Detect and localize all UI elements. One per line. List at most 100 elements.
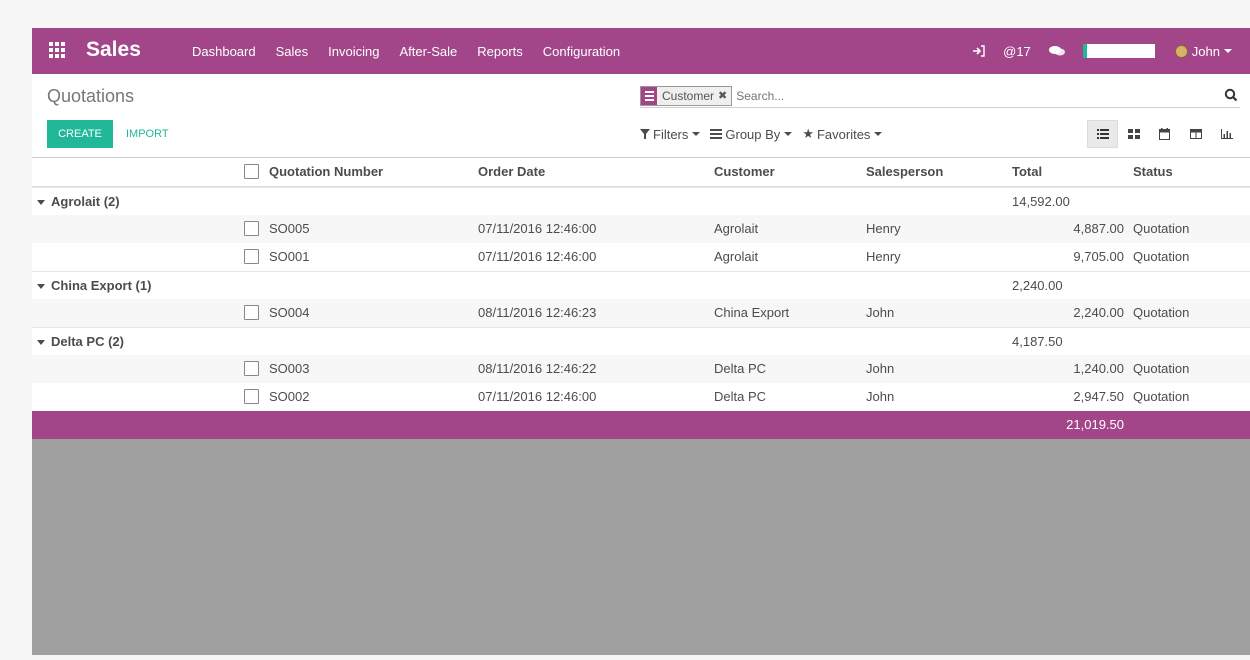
row-checkbox[interactable]: [244, 221, 259, 236]
table-row[interactable]: SO003 08/11/2016 12:46:22 Delta PC John …: [32, 355, 1250, 383]
select-all-checkbox[interactable]: [244, 164, 259, 179]
quotation-number: SO001: [269, 249, 310, 264]
user-name: John: [1191, 43, 1220, 59]
grand-total: 21,019.50: [1066, 417, 1124, 432]
row-checkbox[interactable]: [244, 389, 259, 404]
group-row-china-export[interactable]: China Export (1) 2,240.00: [32, 271, 1250, 299]
search-input[interactable]: [736, 88, 1197, 103]
total: 4,887.00: [1073, 221, 1124, 236]
pivot-view-button[interactable]: [1180, 120, 1211, 148]
table-row[interactable]: SO004 08/11/2016 12:46:23 China Export J…: [32, 299, 1250, 327]
view-switcher: [1087, 120, 1242, 148]
menu-configuration[interactable]: Configuration: [543, 44, 620, 59]
total: 1,240.00: [1073, 361, 1124, 376]
order-date: 07/11/2016 12:46:00: [478, 389, 597, 404]
search-options: Filters Group By ★ Favorites: [640, 126, 892, 142]
status: Quotation: [1133, 389, 1190, 404]
row-checkbox[interactable]: [244, 361, 259, 376]
bars-icon: [710, 129, 723, 139]
salesperson: John: [866, 361, 895, 376]
customer: China Export: [714, 305, 790, 320]
status: Quotation: [1133, 361, 1190, 376]
quotation-number: SO002: [269, 389, 310, 404]
sign-in-icon[interactable]: [972, 45, 985, 57]
order-date: 08/11/2016 12:46:22: [478, 361, 597, 376]
group-label: China Export (1): [51, 278, 152, 293]
activity-progress-bar: [1082, 44, 1155, 58]
group-row-agrolait[interactable]: Agrolait (2) 14,592.00: [32, 187, 1250, 215]
row-checkbox[interactable]: [244, 305, 259, 320]
main-menu: Dashboard Sales Invoicing After-Sale Rep…: [192, 28, 640, 74]
table-row[interactable]: SO005 07/11/2016 12:46:00 Agrolait Henry…: [32, 215, 1250, 243]
salesperson: Henry: [866, 221, 901, 236]
order-date: 07/11/2016 12:46:00: [478, 221, 597, 236]
grand-total-row: 21,019.50: [32, 411, 1250, 439]
column-header-salesperson[interactable]: Salesperson: [866, 158, 943, 186]
import-button[interactable]: IMPORT: [126, 120, 169, 148]
menu-reports[interactable]: Reports: [477, 44, 523, 59]
menu-sales[interactable]: Sales: [276, 44, 309, 59]
table-row[interactable]: SO001 07/11/2016 12:46:00 Agrolait Henry…: [32, 243, 1250, 271]
mentions-counter[interactable]: @17: [1003, 44, 1031, 59]
quotation-number: SO005: [269, 221, 310, 236]
search-bar: Customer ✖: [640, 84, 1240, 108]
chevron-down-icon: [874, 132, 883, 136]
column-header-order-date[interactable]: Order Date: [478, 158, 545, 186]
chat-icon[interactable]: [1048, 45, 1065, 57]
group-by-icon: [641, 86, 657, 105]
order-date: 08/11/2016 12:46:23: [478, 305, 597, 320]
chevron-down-icon: [784, 132, 793, 136]
caret-down-icon: [37, 340, 45, 346]
table-row[interactable]: SO002 07/11/2016 12:46:00 Delta PC John …: [32, 383, 1250, 411]
status: Quotation: [1133, 221, 1190, 236]
graph-view-button[interactable]: [1211, 120, 1242, 148]
total: 2,240.00: [1073, 305, 1124, 320]
search-facet[interactable]: Customer ✖: [640, 85, 733, 106]
page-title: Quotations: [47, 86, 135, 106]
close-icon[interactable]: ✖: [718, 89, 731, 102]
apps-grid-icon[interactable]: [49, 42, 65, 58]
salesperson: John: [866, 305, 895, 320]
filter-icon: [640, 129, 650, 139]
total: 2,947.50: [1073, 389, 1124, 404]
menu-dashboard[interactable]: Dashboard: [192, 44, 256, 59]
table-icon: [1189, 129, 1202, 139]
column-header-status[interactable]: Status: [1133, 158, 1173, 186]
quotations-table: Quotation Number Order Date Customer Sal…: [32, 157, 1250, 439]
facet-label: Customer: [662, 88, 715, 103]
column-header-total[interactable]: Total: [1012, 158, 1042, 186]
status: Quotation: [1133, 305, 1190, 320]
favorites-dropdown[interactable]: ★ Favorites: [802, 126, 883, 142]
customer: Agrolait: [714, 249, 759, 264]
filters-label: Filters: [653, 126, 689, 142]
menu-invoicing[interactable]: Invoicing: [328, 44, 379, 59]
column-header-number[interactable]: Quotation Number: [269, 158, 383, 186]
chevron-down-icon: [1224, 49, 1232, 53]
group-total: 14,592.00: [1012, 194, 1070, 209]
group-total: 4,187.50: [1012, 334, 1063, 349]
user-avatar: [1174, 44, 1188, 58]
group-total: 2,240.00: [1012, 278, 1063, 293]
order-date: 07/11/2016 12:46:00: [478, 249, 597, 264]
group-by-dropdown[interactable]: Group By: [710, 126, 793, 142]
group-row-delta-pc[interactable]: Delta PC (2) 4,187.50: [32, 327, 1250, 355]
filters-dropdown[interactable]: Filters: [640, 126, 701, 142]
row-checkbox[interactable]: [244, 249, 259, 264]
app-title: Sales: [86, 38, 141, 61]
total: 9,705.00: [1073, 249, 1124, 264]
customer: Agrolait: [714, 221, 759, 236]
caret-down-icon: [37, 284, 45, 290]
column-header-customer[interactable]: Customer: [714, 158, 775, 186]
kanban-view-button[interactable]: [1118, 120, 1149, 148]
calendar-view-button[interactable]: [1149, 120, 1180, 148]
group-label: Agrolait (2): [51, 194, 120, 209]
table-header: Quotation Number Order Date Customer Sal…: [32, 157, 1250, 187]
list-view-button[interactable]: [1087, 120, 1118, 148]
top-navbar: Sales Dashboard Sales Invoicing After-Sa…: [32, 28, 1250, 74]
menu-after-sale[interactable]: After-Sale: [399, 44, 457, 59]
create-button[interactable]: CREATE: [47, 120, 113, 148]
favorites-label: Favorites: [816, 126, 871, 142]
search-icon[interactable]: [1224, 88, 1238, 102]
user-menu[interactable]: John: [1174, 43, 1232, 59]
app-window: Sales Dashboard Sales Invoicing After-Sa…: [32, 28, 1250, 655]
